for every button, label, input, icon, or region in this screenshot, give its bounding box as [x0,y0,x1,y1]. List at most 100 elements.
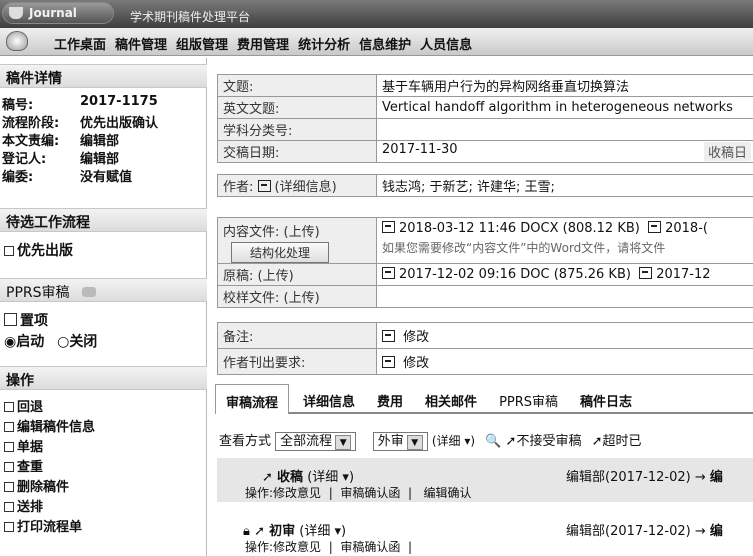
flow-step-ops: 操作:修改意见 | 审稿确认函 | 编辑确认 [245,486,472,500]
tab-details[interactable]: 详细信息 [303,384,355,412]
subject-label: 学科分类号: [217,118,377,141]
op-editor-confirm-link[interactable]: 编辑确认 [424,486,472,500]
timeout-link[interactable]: 超时已 [603,434,642,449]
op-link-bills[interactable]: 单据 [4,436,43,455]
radio-on[interactable]: ◉ [4,334,16,350]
checkbox[interactable] [4,313,17,326]
en-title-label: 英文文题: [217,96,377,119]
arrow-icon: ➚ [254,524,265,539]
proof-label[interactable]: 校样文件: (上传) [217,285,377,308]
en-title-value: Vertical handoff algorithm in heterogene… [376,96,753,119]
bullet-icon [4,402,14,412]
field-row: 流程阶段: 优先出版确认 [2,116,159,131]
filter-bar: 查看方式 全部流程 ▼ 外审 ▼ (详细 ▾) 🔍 ➚不接受审稿 ➚超时已 [219,430,642,451]
files-table: 内容文件: (上传) 结构化处理 2018-03-12 11:46 DOCX (… [217,217,753,308]
radio-off[interactable]: ○ [57,334,69,350]
detail-toggle[interactable]: (详细 ▾) [432,434,475,448]
chevron-down-icon: ▼ [335,435,352,450]
search-icon[interactable]: 🔍 [485,434,501,449]
op-link-typeset[interactable]: 送排 [4,496,43,515]
original-file-link[interactable]: 2017-12-02 09:16 DOC (875.26 KB) [399,267,631,282]
content-file2-link[interactable]: 2018-( [665,221,708,236]
original-file-value: 2017-12-02 09:16 DOC (875.26 KB) 2017-12 [376,263,753,286]
view-label: 查看方式 [219,434,272,449]
docx-icon[interactable] [382,221,395,233]
original-label[interactable]: 原稿: (上传) [217,263,377,286]
edit-icon[interactable] [382,356,395,368]
detail-section-title: 稿件详情 [0,64,207,88]
op-link-edit[interactable]: 编辑稿件信息 [4,416,95,435]
tab-log[interactable]: 稿件日志 [580,384,632,412]
title-label: 文题: [217,74,377,97]
review-type-select[interactable]: 外审 ▼ [372,432,428,451]
menu-item[interactable]: 组版管理 [174,34,230,53]
menu-item[interactable]: 费用管理 [235,34,291,53]
chat-icon [81,287,96,297]
doc-icon[interactable] [382,267,395,279]
bullet-icon [4,482,14,492]
op-confirm-letter-link[interactable]: 审稿确认函 [340,486,400,500]
manuscript-info-table: 文题: 基于车辆用户行为的异构网络垂直切换算法 英文文题: Vertical han… [217,74,753,163]
tab-fees[interactable]: 费用 [377,384,403,412]
menu-item[interactable]: 人员信息 [418,34,474,53]
remark-label: 备注: [217,322,377,349]
field-row: 登记人: 编辑部 [2,152,120,167]
content-label[interactable]: 内容文件: (上传) [223,221,371,240]
pprs-section-title: PPRS审稿 [0,278,207,302]
platform-subtitle: 学术期刊稿件处理平台 [130,10,251,24]
tab-emails[interactable]: 相关邮件 [425,384,477,412]
original-file2-link[interactable]: 2017-12 [656,267,710,282]
proof-value [376,285,753,308]
pprs-top-option[interactable]: 置项 [4,310,48,330]
home-icon[interactable] [6,31,28,51]
bullet-icon [4,502,14,512]
authors-detail-link[interactable]: (详细信息) [275,180,337,195]
menu-item[interactable]: 统计分析 [296,34,352,53]
pub-req-value: 修改 [376,348,753,375]
bullet-icon [4,462,14,472]
bullet-icon [4,422,14,432]
op-link-rollback[interactable]: 回退 [4,396,43,415]
op-confirm-letter-link[interactable]: 审稿确认函 [340,540,400,554]
menu-item[interactable]: 工作桌面 [52,34,108,53]
workflow-option[interactable]: 优先出版 [4,240,73,260]
flow-step-title[interactable]: 🔒︎ ➚ 初审 (详细 ▾) [243,520,346,539]
pdf-icon[interactable] [639,267,653,279]
menu-item[interactable]: 信息维护 [357,34,413,53]
content-file-link[interactable]: 2018-03-12 11:46 DOCX (808.12 KB) [399,221,640,236]
authors-table: 作者: (详细信息) 钱志鸿; 于新艺; 许建华; 王雪; [217,174,753,197]
menu-item[interactable]: 稿件管理 [113,34,169,53]
flow-step-assignee: 编辑部(2017-12-02) → 编 [566,470,723,485]
pdf-icon[interactable] [648,221,662,233]
op-link-delete[interactable]: 删除稿件 [4,476,69,495]
cup-icon [9,7,23,19]
sidebar: 稿件详情 稿号: 2017-1175 流程阶段: 优先出版确认 本文责编: 编辑部 登… [0,58,207,556]
content-file-cell: 内容文件: (上传) 结构化处理 [217,217,377,264]
menu-items: 工作桌面 稿件管理 组版管理 费用管理 统计分析 信息维护 人员信息 [52,34,474,53]
view-select[interactable]: 全部流程 ▼ [275,432,357,451]
main-menu: 工作桌面 稿件管理 组版管理 费用管理 统计分析 信息维护 人员信息 [0,28,753,56]
edit-icon[interactable] [257,180,271,192]
subject-value [376,118,753,141]
journal-logo[interactable]: Journal [2,2,114,24]
no-accept-link[interactable]: 不接受审稿 [516,434,581,449]
op-revise-link[interactable]: 修改意见 [273,540,321,554]
op-revise-link[interactable]: 修改意见 [273,486,321,500]
edit-icon[interactable] [382,330,395,342]
flow-step-ops: 操作:修改意见 | 审稿确认函 | [245,540,413,554]
structure-process-button[interactable]: 结构化处理 [231,242,330,263]
date-cell: 2017-11-30 收稿日 [376,140,753,163]
checkbox[interactable] [4,246,14,256]
flow-step-title[interactable]: ➚ 收稿 (详细 ▾) [262,466,354,485]
content-note: 如果您需要修改“内容文件”中的Word文件，请将文件 [382,241,666,255]
field-row: 稿号: 2017-1175 [2,94,158,113]
op-link-print[interactable]: 打印流程单 [4,516,82,535]
tab-review-flow[interactable]: 审稿流程 [215,384,290,414]
ops-section-title: 操作 [0,366,207,390]
tab-pprs[interactable]: PPRS审稿 [499,384,558,412]
op-link-dupcheck[interactable]: 查重 [4,456,43,475]
lock-icon: 🔒︎ [243,524,250,539]
workflow-section-title: 待选工作流程 [0,208,207,232]
title-value: 基于车辆用户行为的异构网络垂直切换算法 [376,74,753,97]
chevron-down-icon: ▼ [406,435,423,450]
